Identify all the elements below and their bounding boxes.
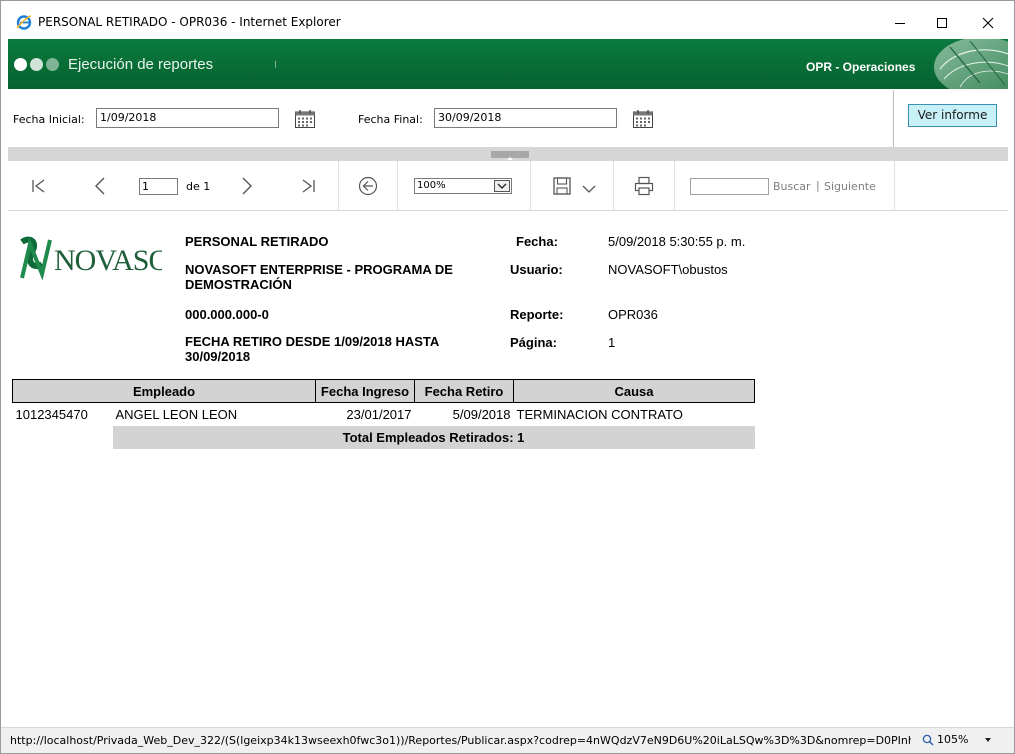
toolbar-divider [397,161,398,210]
maximize-icon [937,18,947,28]
banner-dot [14,58,27,71]
report-title: PERSONAL RETIRADO [185,234,329,249]
retired-employees-table: Empleado Fecha Ingreso Fecha Retiro Caus… [12,379,755,449]
app-banner: Ejecución de reportes OPR - Operaciones [8,39,1008,89]
close-icon [982,17,994,29]
total-row: Total Empleados Retirados: 1 [13,425,755,449]
internet-explorer-icon [16,15,32,30]
zoom-level: 105% [937,733,969,746]
fecha-label: Fecha: [516,234,558,249]
banner-dot [30,58,43,71]
hire-date: 23/01/2017 [346,406,412,422]
toolbar-divider [530,161,531,210]
zoom-select[interactable]: 100% [414,178,512,194]
column-header: Causa [513,379,755,403]
browser-window: PERSONAL RETIRADO - OPR036 - Internet Ex… [0,0,1015,754]
banner-divider [275,61,276,68]
title-bar: PERSONAL RETIRADO - OPR036 - Internet Ex… [1,1,1014,39]
banner-dots [14,58,59,71]
zoom-control[interactable]: 105% [922,733,993,746]
print-icon[interactable] [634,176,654,196]
reporte-value: OPR036 [608,307,658,322]
toolbar-divider [613,161,614,210]
params-splitter[interactable] [8,147,1008,161]
usuario-label: Usuario: [510,262,563,277]
minimize-button[interactable] [877,9,923,37]
close-button[interactable] [965,9,1011,37]
chevron-down-icon[interactable] [579,179,599,199]
toolbar-divider [894,161,895,210]
pagina-value: 1 [608,335,616,350]
usuario-value: NOVASOFT\obustos [608,262,728,277]
table-header-row: Empleado Fecha Ingreso Fecha Retiro Caus… [12,379,755,403]
retire-cause: TERMINACION CONTRATO [516,406,683,422]
calendar-icon[interactable] [294,109,316,129]
retire-date: 5/09/2018 [452,406,511,422]
column-header: Fecha Retiro [414,379,514,403]
novasoft-logo: NOVASOFT [20,236,162,281]
end-date-field[interactable]: 30/09/2018 [434,108,617,128]
window-title: PERSONAL RETIRADO - OPR036 - Internet Ex… [38,15,341,29]
reporte-label: Reporte: [510,307,564,322]
fecha-value: 5/09/2018 5:30:55 p. m. [608,234,746,249]
dropdown-arrow-icon[interactable] [494,180,510,192]
search-input[interactable] [690,178,769,195]
last-page-icon[interactable] [298,176,318,196]
page-count: de 1 [186,180,211,193]
first-page-icon[interactable] [29,176,49,196]
report-page: NOVASOFT PERSONAL RETIRADO NOVASOFT ENTE… [8,212,1008,727]
page-number-input[interactable]: 1 [139,178,178,195]
employee-id: 1012345470 [15,406,88,422]
toolbar-divider [674,161,675,210]
minimize-icon [895,23,905,24]
maximize-button[interactable] [919,9,965,37]
banner-dot [46,58,59,71]
find-separator: | [816,179,820,192]
column-header: Empleado [12,379,316,403]
zoom-value: 100% [417,180,446,191]
company-name: NOVASOFT ENTERPRISE - PROGRAMA DE DEMOST… [185,262,453,292]
empty-cell [13,426,113,449]
find-next-link[interactable]: Siguiente [824,180,876,193]
employee-name: ANGEL LEON LEON [115,406,238,422]
report-parameters: Fecha Inicial: 1/09/2018 Fecha Final: 30… [8,90,1008,147]
params-divider [893,90,894,147]
previous-page-icon[interactable] [91,176,111,196]
calendar-icon[interactable] [632,109,654,129]
globe-graphic-icon [934,39,1008,89]
total-retired: Total Empleados Retirados: 1 [112,425,755,449]
status-bar: http://localhost/Privada_Web_Dev_322/(S(… [1,727,1014,753]
status-url: http://localhost/Privada_Web_Dev_322/(S(… [10,734,911,747]
table-row: 1012345470 ANGEL LEON LEON 23/01/2017 5/… [13,403,755,426]
svg-text:NOVASOFT: NOVASOFT [54,244,162,277]
chevron-down-icon[interactable] [971,735,993,745]
start-date-field[interactable]: 1/09/2018 [96,108,279,128]
module-name: OPR - Operaciones [806,60,916,74]
view-report-button[interactable]: Ver informe [908,104,997,127]
back-to-parent-icon[interactable] [358,176,378,196]
save-export-icon[interactable] [552,176,572,196]
pagina-label: Página: [510,335,557,350]
date-range: FECHA RETIRO DESDE 1/09/2018 HASTA 30/09… [185,334,439,364]
start-date-label: Fecha Inicial: [13,113,85,126]
collapse-handle[interactable] [491,151,529,160]
find-link[interactable]: Buscar [773,180,811,193]
banner-title: Ejecución de reportes [68,56,214,73]
toolbar-divider [338,161,339,210]
report-toolbar: 1 de 1 100% Buscar | Siguiente [8,161,1008,211]
column-header: Fecha Ingreso [315,379,415,403]
company-nit: 000.000.000-0 [185,307,269,322]
magnifier-icon [922,734,934,746]
end-date-label: Fecha Final: [358,113,423,126]
next-page-icon[interactable] [236,176,256,196]
